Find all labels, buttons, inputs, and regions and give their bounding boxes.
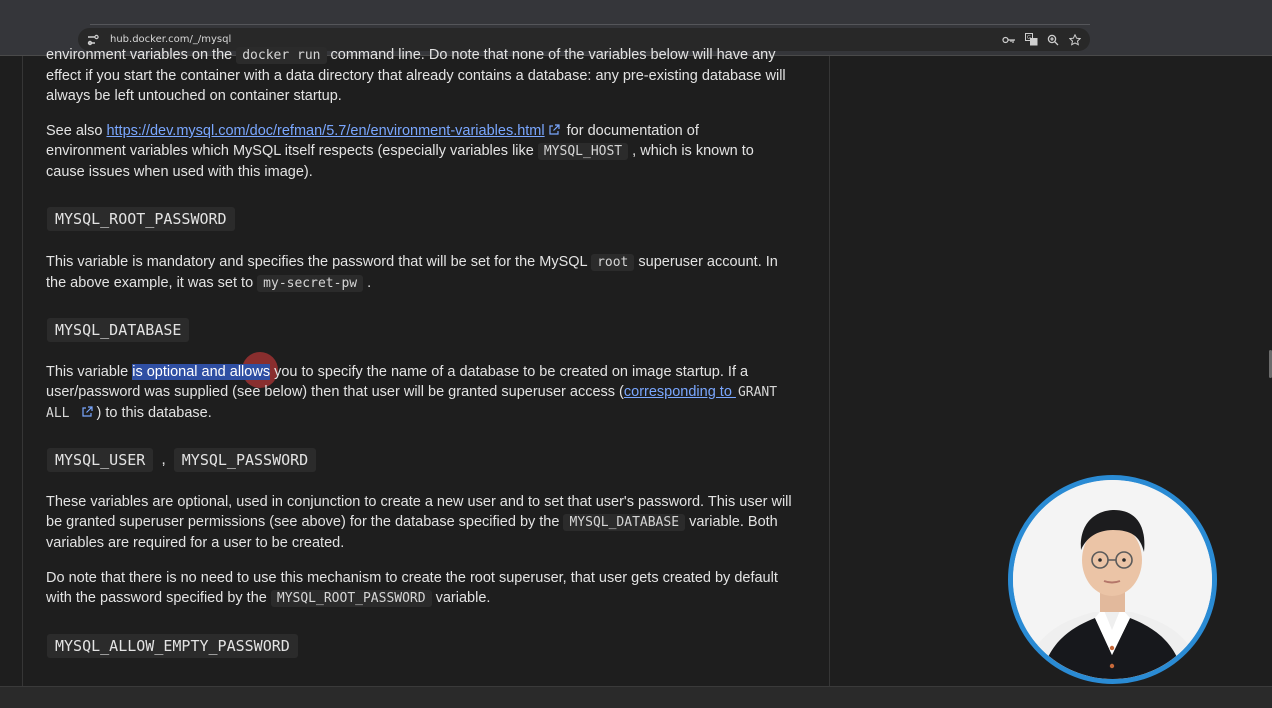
root-password-paragraph: This variable is mandatory and specifies… bbox=[46, 252, 806, 294]
url-text[interactable]: hub.docker.com/_/mysql bbox=[110, 34, 1002, 45]
intro-text: effect if you start the container with a… bbox=[46, 68, 786, 84]
intro-text: always be left untouched on container st… bbox=[46, 88, 342, 104]
see-also-text: environment variables which MySQL itself… bbox=[46, 143, 538, 159]
user-password-paragraph: These variables are optional, used in co… bbox=[46, 492, 806, 553]
see-also-text: , which is known to bbox=[628, 143, 754, 159]
heading-mysql-user-password: MYSQL_USER , MYSQL_PASSWORD bbox=[47, 448, 317, 472]
see-also-text: See also bbox=[46, 123, 107, 139]
paragraph-text: These variables are optional, used in co… bbox=[46, 494, 792, 510]
webcam-presenter bbox=[1008, 475, 1217, 684]
inline-code: my-secret-pw bbox=[257, 275, 364, 292]
grant-all-link[interactable]: corresponding to bbox=[624, 384, 736, 400]
intro-text: environment variables on the bbox=[46, 47, 237, 63]
database-paragraph: This variable is optional and allows you… bbox=[46, 362, 806, 424]
root-superuser-note: Do note that there is no need to use thi… bbox=[46, 568, 806, 609]
external-link-icon bbox=[82, 406, 94, 417]
paragraph-text: Do note that there is no need to use thi… bbox=[46, 570, 778, 586]
zoom-icon[interactable] bbox=[1046, 33, 1060, 47]
paragraph-text: . bbox=[363, 275, 372, 291]
paragraph-text: the above example, it was set to bbox=[46, 275, 258, 291]
password-key-icon[interactable] bbox=[1002, 33, 1016, 47]
inline-code: docker run bbox=[236, 47, 327, 64]
inline-code: MYSQL_DATABASE bbox=[563, 514, 686, 531]
paragraph-text: ) to this database. bbox=[96, 405, 212, 421]
heading-mysql-database: MYSQL_DATABASE bbox=[47, 318, 190, 342]
see-also-paragraph: See also https://dev.mysql.com/doc/refma… bbox=[46, 121, 806, 182]
inline-code: root bbox=[591, 254, 635, 271]
paragraph-text: superuser account. In bbox=[634, 254, 778, 270]
selected-text[interactable]: is optional and allows bbox=[132, 364, 271, 380]
inline-code: MYSQL_HOST bbox=[537, 143, 629, 160]
inline-code: MYSQL_ROOT_PASSWORD bbox=[270, 590, 432, 607]
presenter-illustration bbox=[1013, 480, 1212, 679]
heading-mysql-root-password: MYSQL_ROOT_PASSWORD bbox=[47, 207, 235, 231]
paragraph-text: with the password specified by the bbox=[46, 590, 271, 606]
paragraph-text: be granted superuser permissions (see ab… bbox=[46, 514, 564, 530]
paragraph-text: variables are required for a user to be … bbox=[46, 535, 345, 551]
heading-mysql-password: MYSQL_PASSWORD bbox=[173, 448, 317, 472]
paragraph-text: This variable is mandatory and specifies… bbox=[46, 254, 592, 270]
heading-mysql-user: MYSQL_USER bbox=[47, 448, 154, 472]
bottom-bar bbox=[0, 686, 1272, 708]
paragraph-text: variable. bbox=[431, 590, 491, 606]
paragraph-text: variable. Both bbox=[685, 514, 778, 530]
heading-separator: , bbox=[161, 451, 166, 468]
grant-all-link-code[interactable]: ALL bbox=[46, 406, 69, 421]
paragraph-text: you to specify the name of a database to… bbox=[270, 364, 749, 380]
paragraph-text: user/password was supplied (see below) t… bbox=[46, 384, 624, 400]
see-also-text: for documentation of bbox=[562, 123, 699, 139]
see-also-text: cause issues when used with this image). bbox=[46, 164, 313, 180]
page-scrollbar[interactable] bbox=[1268, 56, 1272, 686]
intro-text: command line. Do note that none of the v… bbox=[326, 47, 776, 63]
intro-paragraph: environment variables on the docker run … bbox=[46, 45, 806, 106]
mysql-env-vars-link[interactable]: https://dev.mysql.com/doc/refman/5.7/en/… bbox=[106, 123, 544, 139]
grant-all-link-code[interactable]: GRANT bbox=[736, 385, 779, 400]
svg-text:G: G bbox=[1027, 35, 1031, 41]
tab-strip bbox=[90, 0, 1090, 25]
translate-icon[interactable]: G bbox=[1024, 33, 1038, 47]
external-link-icon bbox=[549, 124, 560, 135]
paragraph-text: This variable bbox=[46, 364, 133, 380]
bookmark-star-icon[interactable] bbox=[1068, 33, 1082, 47]
heading-mysql-allow-empty-password: MYSQL_ALLOW_EMPTY_PASSWORD bbox=[47, 634, 298, 658]
